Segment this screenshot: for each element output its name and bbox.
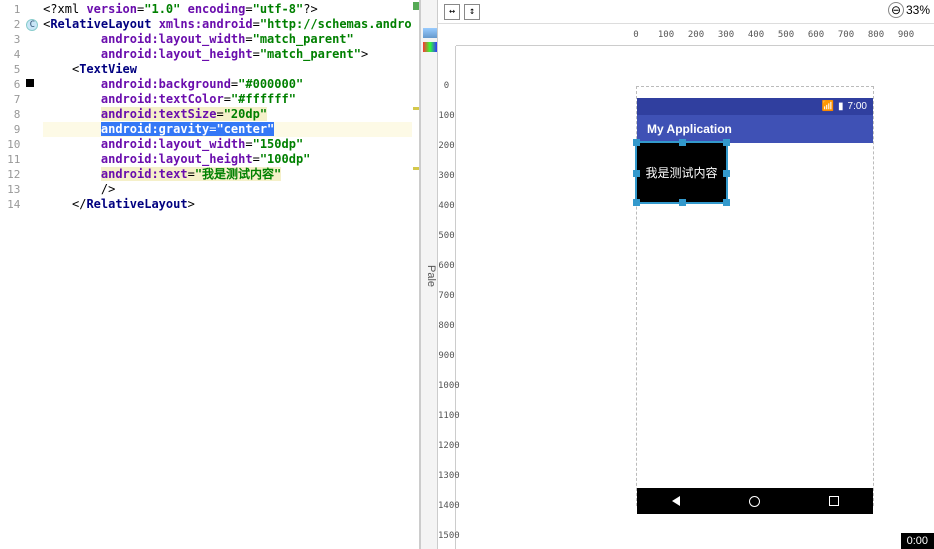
resize-handle[interactable]: [633, 139, 640, 146]
resize-handle[interactable]: [679, 139, 686, 146]
zoom-out-icon[interactable]: ⊖: [888, 2, 904, 18]
recording-timer: 0:00: [901, 533, 934, 549]
status-bar: 📶 ▮ 7:00: [637, 98, 873, 115]
app-title-bar: My Application: [637, 115, 873, 143]
resize-handle[interactable]: [723, 170, 730, 177]
wifi-icon: 📶: [822, 101, 834, 112]
palette-tab[interactable]: Pale: [420, 0, 438, 549]
resize-handle[interactable]: [679, 199, 686, 206]
battery-icon: ▮: [838, 101, 844, 112]
code-editor[interactable]: 1234567891011121314 C <?xml version="1.0…: [0, 0, 420, 549]
palette-color-icon: [423, 42, 437, 52]
zoom-control[interactable]: ⊖ 33%: [888, 2, 930, 18]
home-icon[interactable]: [749, 496, 760, 507]
palette-swatch-icon: [423, 28, 437, 38]
back-icon[interactable]: [672, 496, 680, 506]
layout-preview: ↔ ↕ ⊖ 33% 0100200300400500600700800900 0…: [438, 0, 934, 549]
line-gutter: 1234567891011121314: [0, 0, 26, 549]
recent-icon[interactable]: [829, 496, 839, 506]
palette-label: Pale: [425, 265, 437, 287]
error-stripe: [412, 0, 419, 549]
navigation-bar: [637, 488, 873, 514]
ruler-vertical: 0100200300400500600700800900100011001200…: [438, 46, 456, 549]
marker-gutter: C: [26, 0, 43, 549]
resize-handle[interactable]: [723, 139, 730, 146]
code-area[interactable]: <?xml version="1.0" encoding="utf-8"?><R…: [43, 0, 412, 549]
resize-handle[interactable]: [633, 199, 640, 206]
expand-horizontal-icon[interactable]: ↔: [444, 4, 460, 20]
selection-outline: [637, 143, 726, 202]
zoom-value: 33%: [906, 3, 930, 17]
expand-vertical-icon[interactable]: ↕: [464, 4, 480, 20]
resize-handle[interactable]: [633, 170, 640, 177]
design-surface[interactable]: 📶 ▮ 7:00 My Application 我是测试内容: [456, 46, 934, 549]
ruler-horizontal: 0100200300400500600700800900: [456, 24, 934, 46]
app-title: My Application: [647, 122, 732, 136]
resize-handle[interactable]: [723, 199, 730, 206]
preview-toolbar: ↔ ↕: [438, 0, 934, 24]
status-time: 7:00: [848, 101, 867, 112]
